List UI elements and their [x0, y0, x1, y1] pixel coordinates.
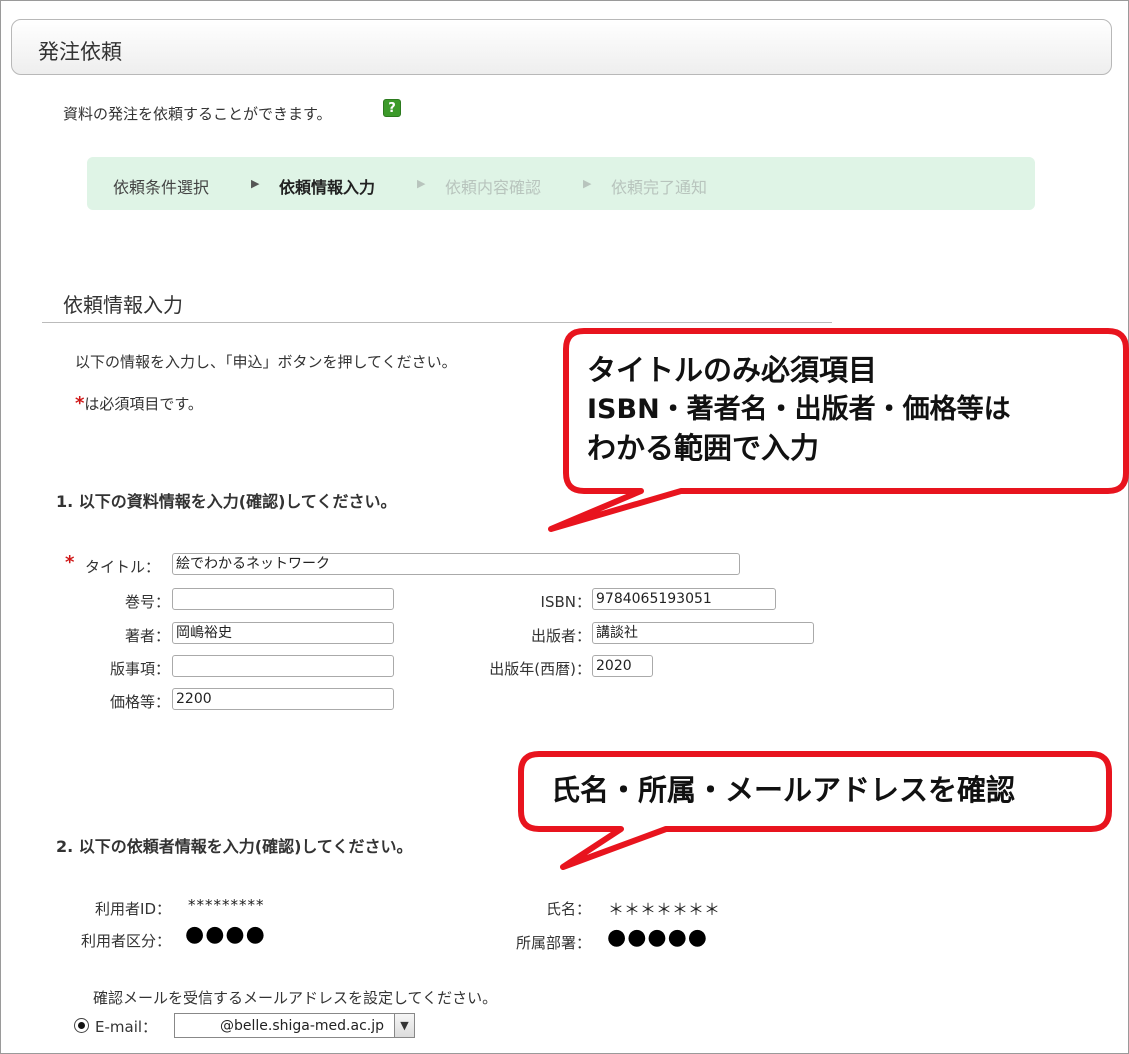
callout-top-line2: ISBN・著者名・出版者・価格等は	[587, 394, 1011, 425]
callout-top-text: タイトルのみ必須項目 ISBN・著者名・出版者・価格等は わかる範囲で入力	[587, 351, 1011, 468]
callout-bottom-text: 氏名・所属・メールアドレスを確認	[551, 773, 1016, 807]
callout-shapes	[518, 328, 1129, 870]
callout-top-line3: わかる範囲で入力	[587, 431, 820, 465]
page-frame: 発注依頼 資料の発注を依頼することができます。 ? 依頼条件選択 ▶ 依頼情報入…	[0, 0, 1129, 1054]
callout-top-line1: タイトルのみ必須項目	[587, 353, 878, 387]
